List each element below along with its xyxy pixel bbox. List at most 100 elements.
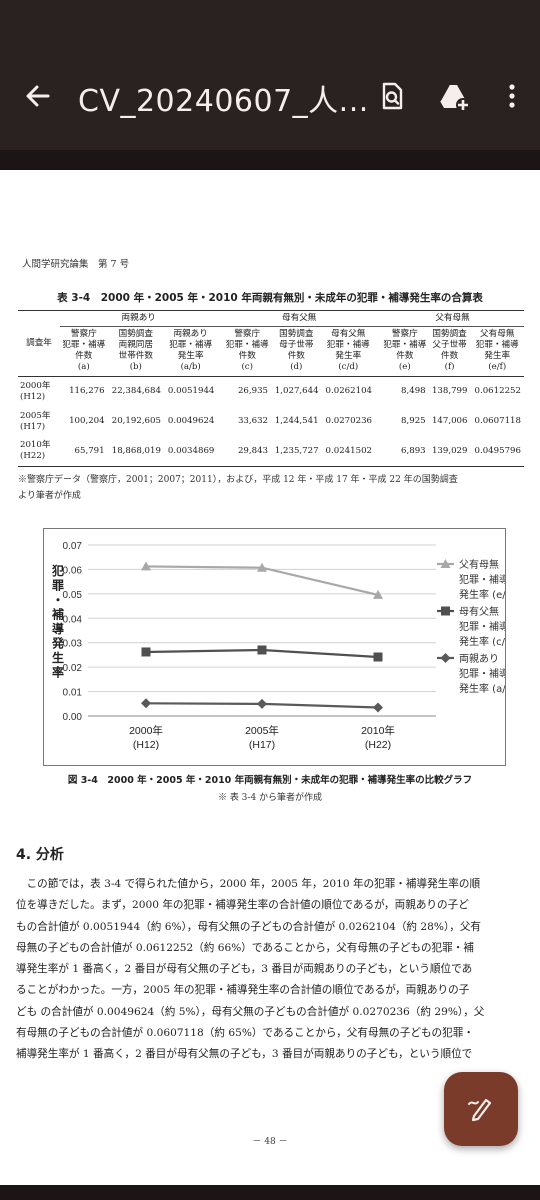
table-cell: 147,006 bbox=[431, 416, 468, 426]
column-header: 国勢調査 両親同居 世帯件数 (b) bbox=[107, 326, 164, 377]
chart-caption: 図 3-4 2000 年・2005 年・2010 年両親有無別・未成年の犯罪・補… bbox=[67, 775, 473, 786]
section-title: 4. 分析 bbox=[16, 847, 64, 863]
table-cell: 0.0034869 bbox=[163, 436, 218, 467]
group-header: 母有父無 bbox=[223, 310, 376, 327]
table-cell: 0.0049624 bbox=[167, 416, 215, 426]
table-cell: 29,843 bbox=[223, 436, 272, 467]
body-line: ども の合計値が 0.0049624（約 5%），母有父無の子どもの合計値が 0… bbox=[16, 1005, 485, 1018]
table-cell: 26,935 bbox=[237, 386, 269, 397]
more-options-icon[interactable] bbox=[496, 80, 528, 112]
table-cell: 1,235,727 bbox=[271, 436, 322, 467]
chart-subcaption: ※ 表 3-4 から筆者が作成 bbox=[217, 793, 323, 803]
table-cell: 1,027,644 bbox=[274, 386, 319, 397]
document-title: CV_20240607_人... bbox=[78, 84, 369, 119]
legend-label: 発生率 (c/d) bbox=[459, 635, 505, 648]
legend-label: 犯罪・補導 bbox=[459, 620, 505, 633]
table-cell: 0.0270236 bbox=[325, 416, 373, 426]
table-cell: 1,244,541 bbox=[274, 416, 319, 426]
body-line: 母無の子どもの合計値が 0.0612252（約 66%）であることから，父有母無… bbox=[16, 941, 474, 954]
y-tick-label: 0.05 bbox=[63, 590, 83, 601]
table-cell: 116,276 bbox=[69, 386, 105, 397]
x-tick-sublabel: (H17) bbox=[249, 739, 275, 751]
legend-marker bbox=[440, 653, 451, 663]
legend-label: 犯罪・補導 bbox=[459, 667, 505, 680]
body-text: この節では，表 3-4 で得られた値から，2000 年，2005 年，2010 … bbox=[16, 874, 526, 1066]
table-cell: 0.0262104 bbox=[325, 386, 373, 397]
column-header: 母有父無 犯罪・補導 発生率 (c/d) bbox=[321, 326, 376, 377]
back-arrow-icon[interactable] bbox=[22, 80, 54, 112]
body-line: 位を導きだした。まず，2000 年の犯罪・補導発生率の合計値の順位であるが，両親… bbox=[16, 899, 469, 912]
table-cell: 0.0612252 bbox=[474, 386, 521, 397]
column-header: 両親あり 犯罪・補導 発生率 (a/b) bbox=[163, 326, 218, 377]
year-cell: 2000年 (H12) bbox=[20, 380, 51, 402]
group-header: 父有母無 bbox=[381, 310, 524, 327]
x-tick-label: 2000年 bbox=[129, 724, 163, 737]
y-tick-label: 0.03 bbox=[63, 639, 83, 650]
table-cell: 33,632 bbox=[237, 416, 269, 426]
data-table: 調査年 両親あり 母有父無 父有母無 警察庁 犯罪・補導 件数 (a) 国勢調査 両親同居… bbox=[18, 310, 524, 467]
body-line: もの合計値が 0.0051944（約 6%），母有父無の子どもの合計値が 0.0… bbox=[16, 920, 482, 933]
y-axis-label-char: 導 bbox=[52, 621, 64, 636]
pdf-page: 人間学研究論集 第 7 号 表 3-4 2000 年・2005 年・2010 年… bbox=[0, 170, 540, 1185]
y-axis-label-char: ・ bbox=[52, 593, 64, 607]
legend-label: 父有母無 bbox=[459, 558, 499, 571]
document-search-icon[interactable] bbox=[376, 80, 408, 112]
table-row: 2000年 (H12) 116,276 22,384,684 0.0051944 26,9… bbox=[18, 377, 524, 407]
table-cell: 139,029 bbox=[428, 436, 471, 467]
body-line: 有母無の子どもの合計値が 0.0607118（約 65%）であることから，父有母… bbox=[16, 1027, 474, 1040]
legend-label: 犯罪・補導 bbox=[459, 573, 505, 586]
table-cell: 0.0051944 bbox=[167, 386, 215, 397]
column-header: 国勢調査 母子世帯 件数 (d) bbox=[271, 326, 322, 377]
body-line: 補導発生率が 1 番高く，2 番目が母有父無の子ども，3 番目が両親ありの子ども… bbox=[16, 1048, 473, 1061]
column-header: 父有母無 犯罪・補導 発生率 (e/f) bbox=[470, 326, 524, 377]
table-cell: 6,893 bbox=[381, 436, 429, 467]
legend-label: 発生率 (e/f) bbox=[459, 588, 505, 601]
column-header: 警察庁 犯罪・補導 件数 (e) bbox=[381, 326, 429, 377]
running-header: 人間学研究論集 第 7 号 bbox=[22, 259, 130, 270]
x-tick-label: 2010年 bbox=[361, 724, 395, 737]
body-line: この節では，表 3-4 で得られた値から，2000 年，2005 年，2010 … bbox=[16, 878, 481, 890]
table-cell: 65,791 bbox=[60, 436, 108, 467]
table-row: 2010年 (H22) 65,791 18,868,019 0.0034869 29,84… bbox=[18, 436, 524, 467]
year-cell: 2010年 (H22) bbox=[18, 436, 60, 467]
table-cell: 18,868,019 bbox=[107, 436, 164, 467]
x-tick-label: 2005年 bbox=[245, 724, 279, 737]
app-bar: CV_20240607_人... bbox=[0, 0, 540, 150]
y-tick-label: 0.04 bbox=[63, 614, 83, 625]
table-note: ※警察庁データ（警察庁，2001；2007；2011），および，平成 12 年・… bbox=[18, 475, 458, 501]
y-tick-label: 0.02 bbox=[63, 663, 83, 674]
legend-label: 母有父無 bbox=[459, 605, 499, 618]
column-header: 国勢調査 父子世帯 件数 (f) bbox=[428, 326, 471, 377]
table-caption: 表 3-4 2000 年・2005 年・2010 年両親有無別・未成年の犯罪・補… bbox=[57, 292, 483, 304]
y-axis-label-char: 発 bbox=[51, 636, 65, 651]
nav-bar bbox=[0, 1185, 540, 1200]
table-cell: 100,204 bbox=[69, 416, 105, 426]
data-point bbox=[257, 698, 267, 709]
data-point bbox=[141, 647, 151, 657]
y-tick-label: 0.06 bbox=[63, 565, 83, 576]
body-line: 導発生率が 1 番高く，2 番目が母有父無の子ども，3 番目が両親ありの子ども，… bbox=[16, 963, 473, 976]
y-tick-label: 0.07 bbox=[63, 541, 83, 552]
data-point bbox=[141, 698, 151, 709]
year-cell: 2005年 (H17) bbox=[20, 410, 51, 432]
column-header: 警察庁 犯罪・補導 件数 (a) bbox=[60, 326, 108, 377]
table-cell: 0.0607118 bbox=[474, 416, 521, 426]
edit-fab[interactable] bbox=[444, 1072, 518, 1146]
line-chart: 0.00 0.01 0.02 0.03 0.04 0.05 0.06 0.07 2000年 (H1… bbox=[43, 528, 516, 766]
data-point bbox=[257, 645, 267, 655]
add-to-drive-icon[interactable] bbox=[438, 80, 470, 112]
divider bbox=[0, 150, 540, 170]
data-point bbox=[373, 652, 383, 662]
row-header: 調査年 bbox=[18, 310, 60, 377]
y-axis-label-char: 生 bbox=[52, 650, 64, 665]
group-header: 両親あり bbox=[60, 310, 218, 327]
y-axis-label-char: 犯 bbox=[51, 563, 64, 578]
table-cell: 20,192,605 bbox=[111, 416, 161, 426]
y-axis-label-char: 率 bbox=[52, 665, 64, 680]
table-cell: 138,799 bbox=[431, 386, 468, 397]
y-tick-label: 0.00 bbox=[63, 712, 83, 723]
column-header: 警察庁 犯罪・補導 件数 (c) bbox=[223, 326, 272, 377]
table-cell: 0.0241502 bbox=[321, 436, 376, 467]
table-cell: 22,384,684 bbox=[111, 386, 161, 397]
body-line: ることがわかった。一方，2005 年の犯罪・補導発生率の合計値の順位であるが，両… bbox=[16, 984, 470, 997]
